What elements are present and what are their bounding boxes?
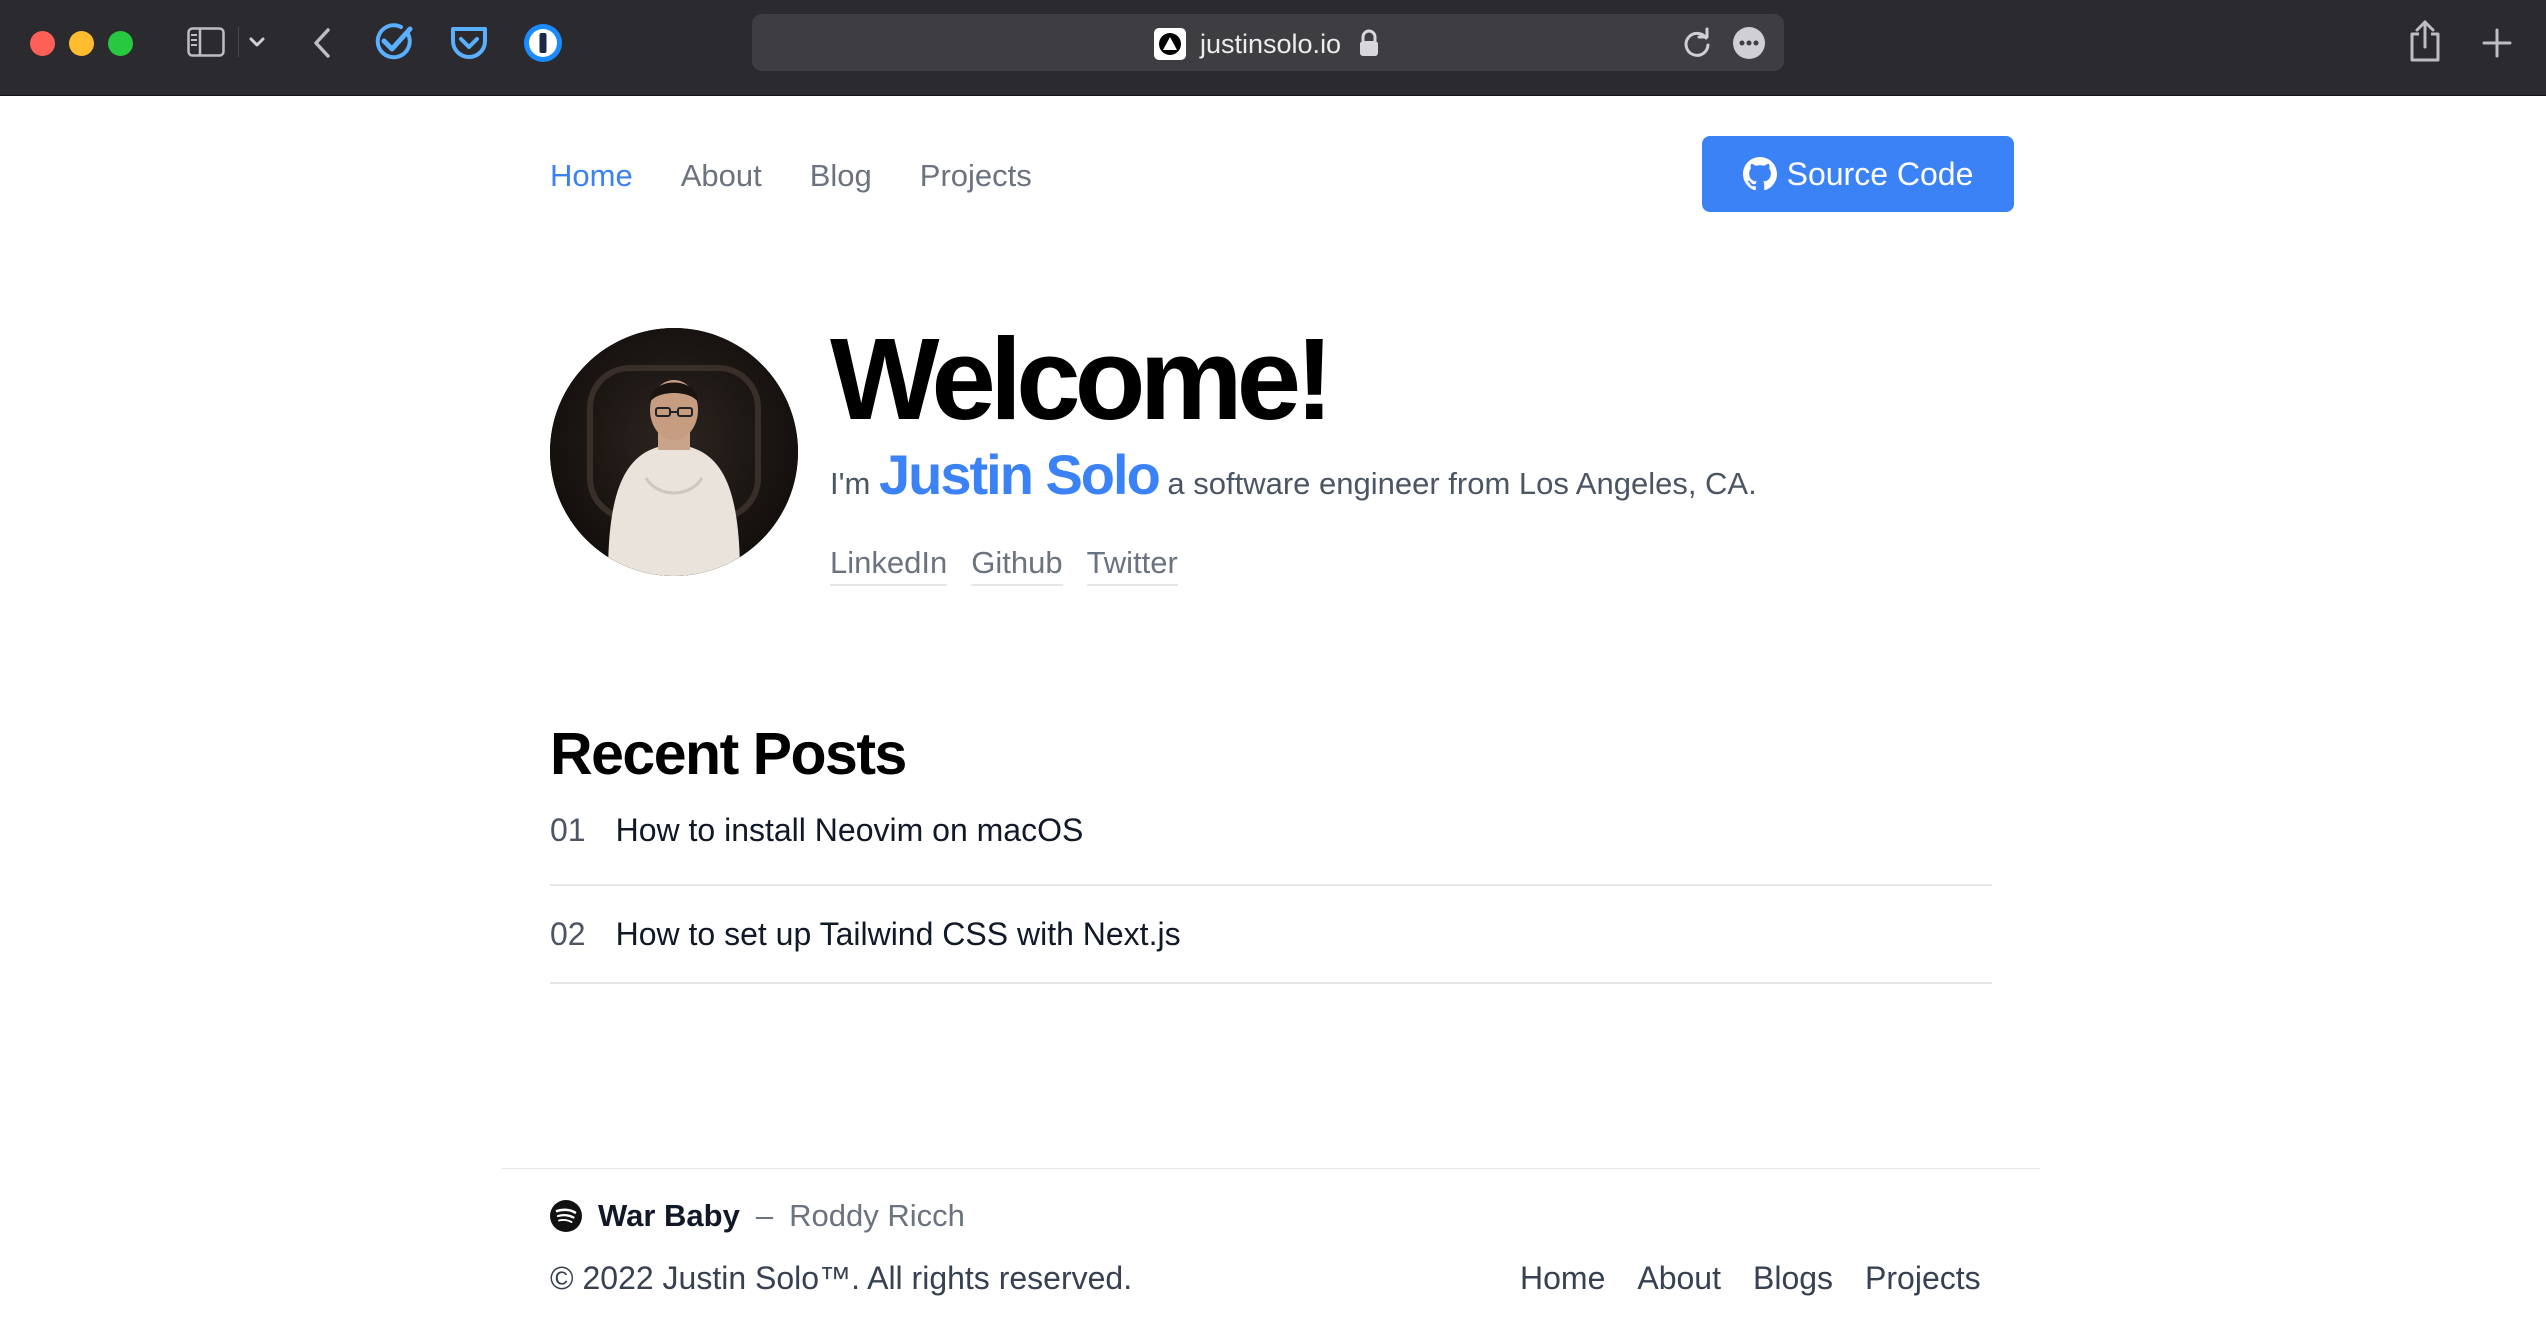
song-title[interactable]: War Baby [598,1198,740,1234]
more-icon[interactable] [1732,26,1766,60]
nav-projects[interactable]: Projects [920,156,1032,196]
zoom-window-button[interactable] [108,31,133,56]
spotify-icon [550,1200,582,1232]
sidebar-icon[interactable] [186,25,226,59]
footer-nav: Home About Blogs Projects [1520,1258,1981,1298]
footer-about[interactable]: About [1637,1258,1721,1298]
chevron-down-icon[interactable] [243,29,271,55]
posts-list: 01 How to install Neovim on macOS 02 How… [550,812,1992,984]
minimize-window-button[interactable] [69,31,94,56]
avatar [550,328,798,576]
post-title[interactable]: How to set up Tailwind CSS with Next.js [616,912,1181,956]
checkmark-extension-icon[interactable] [372,20,416,64]
author-name: Justin Solo [878,443,1161,506]
recent-posts-heading: Recent Posts [550,721,907,787]
browser-toolbar: justinsolo.io [0,0,2546,96]
intro-text: I'm Justin Solo a software engineer from… [830,440,1757,519]
footer-home[interactable]: Home [1520,1258,1605,1298]
welcome-heading: Welcome! [830,314,1334,444]
vercel-triangle-icon [1154,28,1186,60]
copyright: © 2022 Justin Solo™. All rights reserved… [550,1260,1133,1296]
social-links: LinkedIn Github Twitter [830,542,1178,586]
lock-icon [1358,28,1384,60]
onepassword-icon[interactable] [521,21,565,65]
now-playing: War Baby – Roddy Ricch [550,1198,965,1234]
share-icon[interactable] [2405,18,2445,64]
address-bar[interactable]: justinsolo.io [752,14,1784,71]
close-window-button[interactable] [30,31,55,56]
post-title[interactable]: How to install Neovim on macOS [616,808,1084,852]
nav-about[interactable]: About [681,156,762,196]
reload-icon[interactable] [1680,27,1714,61]
back-arrow-icon[interactable] [304,24,340,62]
nav-blog[interactable]: Blog [810,156,872,196]
url-text: justinsolo.io [1200,29,1342,59]
song-artist: Roddy Ricch [789,1198,965,1233]
github-icon [1742,157,1777,191]
song-separator: – [755,1198,774,1233]
linkedin-link[interactable]: LinkedIn [830,542,948,586]
footer-blogs[interactable]: Blogs [1753,1258,1833,1298]
post-number: 01 [550,812,586,848]
twitter-link[interactable]: Twitter [1086,542,1178,586]
plus-icon[interactable] [2478,24,2516,62]
pocket-icon[interactable] [448,22,490,64]
source-code-label: Source Code [1786,155,1974,192]
post-item[interactable]: 02 How to set up Tailwind CSS with Next.… [550,886,1992,984]
post-item[interactable]: 01 How to install Neovim on macOS [550,812,1992,886]
footer-projects[interactable]: Projects [1865,1258,1981,1298]
github-link[interactable]: Github [971,542,1063,586]
web-page: Home About Blog Projects Source Code Wel… [0,96,2546,1320]
post-number: 02 [550,916,586,952]
intro-suffix: a software engineer from Los Angeles, CA… [1167,466,1757,501]
nav-home[interactable]: Home [550,156,633,196]
main-nav: Home About Blog Projects [550,156,1032,196]
footer-divider [502,1168,2040,1169]
source-code-button[interactable]: Source Code [1702,136,2014,212]
toolbar-divider [238,27,239,57]
intro-prefix: I'm [830,466,871,501]
